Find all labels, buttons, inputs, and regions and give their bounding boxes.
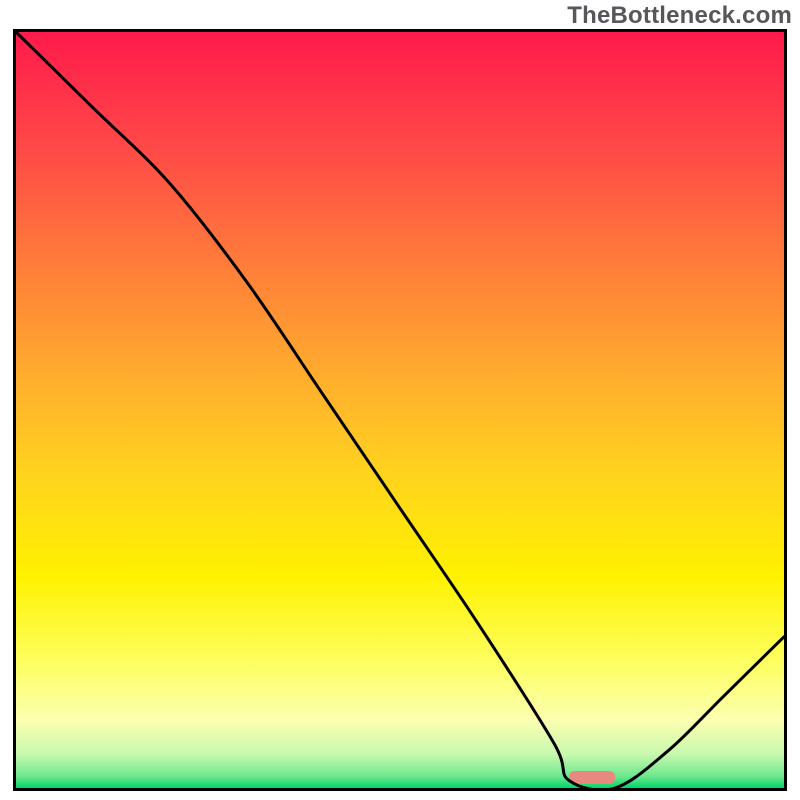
bottleneck-chart: [13, 29, 787, 791]
watermark-label: TheBottleneck.com: [567, 2, 792, 30]
chart-svg: [13, 29, 787, 791]
optimal-marker: [569, 771, 615, 784]
